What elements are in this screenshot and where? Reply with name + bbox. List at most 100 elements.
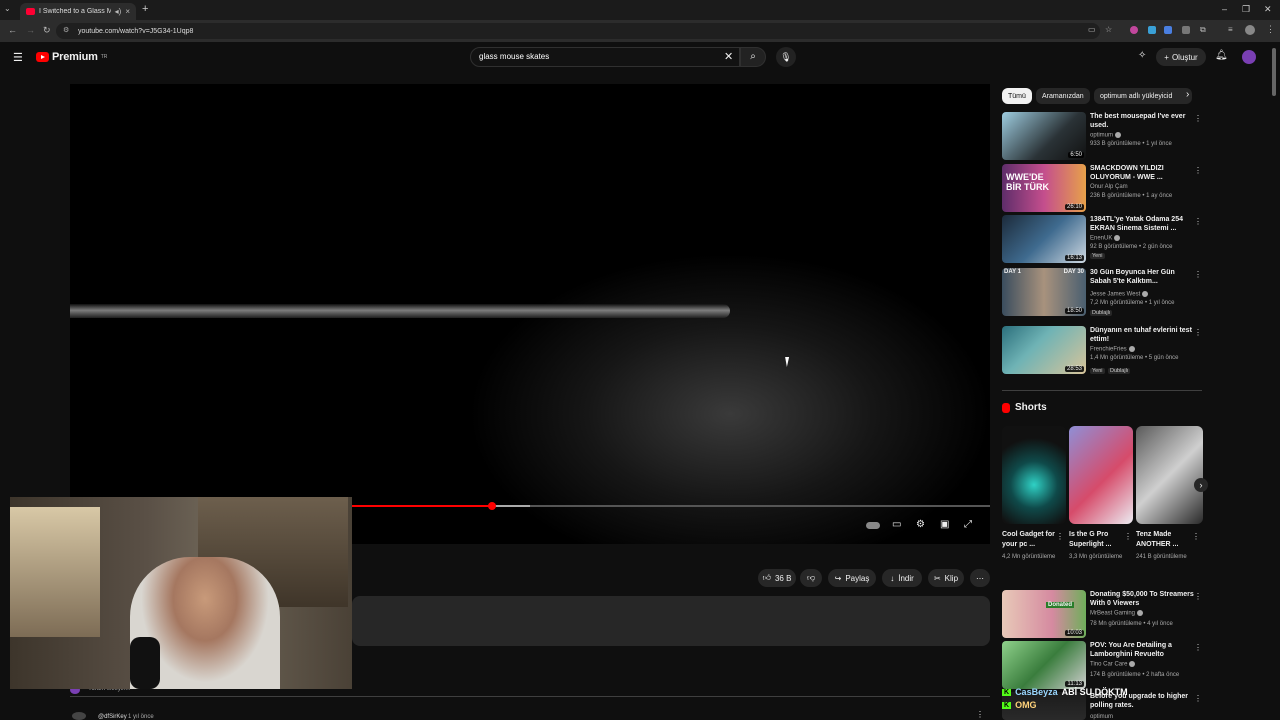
channel-name: FrenchieFries — [1090, 346, 1135, 353]
dislike-button[interactable]: 👎︎ — [800, 569, 822, 587]
minimize-icon[interactable]: – — [1222, 4, 1227, 14]
short-title[interactable]: Tenz Made ANOTHER ... — [1136, 530, 1192, 550]
comment-author[interactable]: @dfSirKey — [98, 714, 127, 720]
thumbnail-text: DAY 1 — [1004, 269, 1022, 275]
microphone-icon: 🎙 — [780, 52, 792, 62]
short-thumbnail[interactable] — [1002, 426, 1066, 524]
more-options-icon[interactable]: ⋮ — [1194, 270, 1202, 279]
avatar[interactable] — [1242, 50, 1256, 64]
share-icon: ↪ — [834, 573, 842, 583]
chat-overlay-message: K OMG — [1002, 700, 1037, 710]
more-options-icon[interactable]: ⋮ — [1194, 592, 1202, 601]
short-title[interactable]: Cool Gadget for your pc ... — [1002, 530, 1058, 550]
recommendation-item[interactable]: 11:13 POV: You Are Detailing a Lamborghi… — [1002, 641, 1202, 689]
autoplay-toggle[interactable] — [866, 522, 880, 529]
recommendation-item[interactable]: 16:13 1384TL'ye Yatak Odama 254 EKRAN Si… — [1002, 215, 1202, 263]
chip-uploader[interactable]: optimum adlı yükleyicid — [1094, 88, 1192, 104]
shorts-next-icon[interactable]: › — [1194, 478, 1208, 492]
recommendation-item[interactable]: WWE'DE BİR TÜRK 26:10 SMACKDOWN YILDIZI … — [1002, 164, 1202, 212]
create-button[interactable]: + Oluştur — [1156, 48, 1206, 66]
duration-badge: 16:13 — [1064, 255, 1084, 261]
hamburger-menu-icon[interactable]: ☰ — [13, 51, 23, 64]
short-thumbnail[interactable] — [1069, 426, 1133, 524]
more-actions-button[interactable]: ⋯ — [970, 569, 990, 587]
maximize-icon[interactable]: ❐ — [1242, 4, 1250, 15]
video-title: 1384TL'ye Yatak Odama 254 EKRAN Sinema S… — [1090, 216, 1183, 232]
shorts-heading-text: Shorts — [1015, 402, 1047, 413]
video-meta: 78 Mn görüntüleme • 4 yıl önce — [1090, 621, 1173, 627]
progress-buffered — [492, 505, 530, 507]
forward-icon[interactable]: → — [26, 25, 35, 35]
back-icon[interactable]: ← — [8, 25, 17, 35]
extension-icon[interactable] — [1148, 26, 1156, 34]
microphone-image — [130, 637, 160, 689]
more-options-icon[interactable]: ⋮ — [1194, 694, 1202, 703]
more-options-icon[interactable]: ⋮ — [1192, 532, 1200, 541]
voice-search-button[interactable]: 🎙 — [776, 47, 796, 67]
short-thumbnail[interactable] — [1136, 426, 1203, 524]
bookmark-star-icon[interactable]: ☆ — [1105, 25, 1112, 34]
more-options-icon[interactable]: ⋮ — [1194, 217, 1202, 226]
settings-gear-icon[interactable]: ⚙ — [916, 519, 925, 530]
reload-icon[interactable]: ↻ — [43, 25, 51, 36]
recommendation-item[interactable]: 28:53 Dünyanın en tuhaf evlerini test et… — [1002, 326, 1202, 374]
site-info-icon[interactable]: ⚙ — [63, 26, 69, 34]
clip-button[interactable]: ✂ Klip — [928, 569, 964, 587]
browser-tab[interactable]: I Switched to a Glass Mouse ◂) × — [20, 3, 136, 20]
chip-from-search[interactable]: Aramanızdan — [1036, 88, 1090, 104]
more-options-icon[interactable]: ⋮ — [1194, 114, 1202, 123]
new-tab-button[interactable]: + — [142, 3, 148, 15]
extension-icon[interactable] — [1182, 26, 1190, 34]
tab-search-icon[interactable]: ⌄ — [4, 4, 11, 13]
recommendation-item[interactable]: 6:50 The best mousepad I've ever used. o… — [1002, 112, 1202, 160]
tab-close-icon[interactable]: × — [125, 7, 130, 16]
scrubber-handle[interactable] — [488, 502, 496, 510]
comment-time: 1 yıl önce — [128, 714, 154, 720]
url-field[interactable]: youtube.com/watch?v=J5G34-1Uqp8 — [56, 23, 1100, 39]
clear-search-icon[interactable]: ✕ — [724, 50, 733, 63]
kick-logo-icon: K — [1002, 701, 1012, 709]
comment-divider — [70, 696, 990, 697]
search-button[interactable]: ⌕ — [740, 47, 766, 67]
reading-list-icon[interactable]: ≡ — [1228, 25, 1233, 34]
download-icon: ↓ — [890, 573, 895, 583]
comment-menu-icon[interactable]: ⋮ — [976, 710, 984, 719]
recommendation-item[interactable]: DAY 1 DAY 30 18:50 30 Gün Boyunca Her Gü… — [1002, 268, 1202, 316]
speaker-icon[interactable]: ◂) — [115, 7, 122, 16]
like-button[interactable]: 👍︎ 36 B — [758, 569, 796, 587]
page-scrollbar[interactable] — [1272, 48, 1276, 96]
profile-avatar-icon[interactable] — [1245, 25, 1255, 35]
window-close-icon[interactable]: ✕ — [1264, 4, 1272, 15]
chip-all[interactable]: Tümü — [1002, 88, 1032, 104]
video-player[interactable] — [70, 84, 990, 544]
extension-icon[interactable] — [1130, 26, 1138, 34]
share-button[interactable]: ↪ Paylaş — [828, 569, 876, 587]
cast-icon[interactable]: ▭ — [1088, 25, 1096, 34]
more-options-icon[interactable]: ⋮ — [1194, 166, 1202, 175]
description-box[interactable] — [352, 596, 990, 646]
more-options-icon[interactable]: ⋮ — [1194, 328, 1202, 337]
subtitles-icon[interactable]: ▭ — [892, 519, 901, 530]
search-input[interactable]: glass mouse skates — [470, 47, 740, 67]
extension-icon[interactable] — [1164, 26, 1172, 34]
short-title[interactable]: Is the G Pro Superlight ... — [1069, 530, 1125, 550]
youtube-logo[interactable]: Premium TR — [36, 51, 107, 63]
notifications-bell-icon[interactable]: 🔔︎ — [1215, 50, 1228, 61]
progress-played — [352, 505, 492, 507]
extensions-puzzle-icon[interactable]: ⧉ — [1200, 25, 1206, 35]
recommendation-item[interactable]: Donated 10:03 Donating $50,000 To Stream… — [1002, 590, 1202, 638]
fullscreen-icon[interactable]: ⤢ — [964, 519, 972, 530]
chevron-right-icon[interactable]: › — [1186, 89, 1189, 100]
verified-icon — [1128, 346, 1135, 352]
video-meta: 933 B görüntüleme • 1 yıl önce — [1090, 141, 1172, 147]
new-badge: Yeni — [1090, 368, 1105, 374]
miniplayer-icon[interactable]: ▣ — [940, 519, 949, 530]
download-button[interactable]: ↓ İndir — [882, 569, 922, 587]
more-options-icon[interactable]: ⋮ — [1124, 532, 1132, 541]
more-options-icon[interactable]: ⋮ — [1056, 532, 1064, 541]
video-title: The best mousepad I've ever used. — [1090, 113, 1186, 129]
cast-settings-icon[interactable]: ✧ — [1138, 50, 1146, 61]
more-options-icon[interactable]: ⋮ — [1194, 643, 1202, 652]
duration-badge: 18:50 — [1064, 308, 1084, 314]
browser-menu-icon[interactable]: ⋮ — [1266, 24, 1275, 35]
